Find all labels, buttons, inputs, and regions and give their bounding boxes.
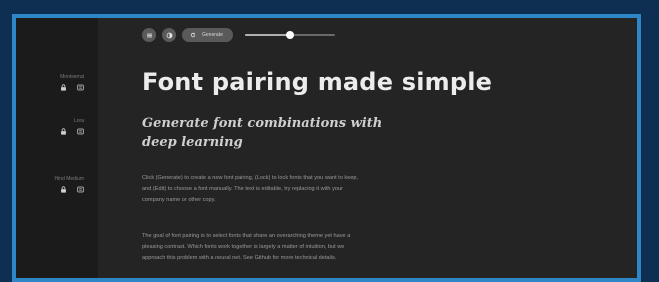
sidebar-group-heading: Montserrat — [60, 74, 84, 91]
body-paragraph[interactable]: Click (Generate) to create a new font pa… — [142, 173, 364, 205]
sidebar-group-subheading: Lora — [60, 118, 84, 135]
sidebar-font-label: Lora — [73, 118, 84, 124]
menu-button[interactable] — [142, 28, 156, 42]
app-window: Montserrat Lora Hind Medium Generate Fon… — [16, 18, 637, 278]
generate-label: Generate — [202, 32, 223, 38]
generate-button[interactable]: Generate — [182, 28, 233, 42]
slider-fill — [244, 34, 290, 36]
sidebar-font-label: Montserrat — [60, 74, 84, 80]
menu-icon — [146, 33, 152, 37]
size-slider[interactable] — [244, 28, 335, 42]
lock-icon[interactable] — [60, 128, 67, 135]
body-paragraph[interactable]: The goal of font pairing is to select fo… — [142, 231, 364, 263]
sidebar-font-label: Hind Medium — [54, 176, 84, 182]
contrast-button[interactable] — [162, 28, 176, 42]
slider-thumb[interactable] — [285, 31, 294, 39]
edit-icon[interactable] — [77, 84, 84, 91]
lock-icon[interactable] — [60, 186, 67, 193]
sidebar-group-body: Hind Medium — [55, 176, 84, 193]
page-title[interactable]: Font pairing made simple — [142, 68, 492, 96]
browser-frame: Montserrat Lora Hind Medium Generate Fon… — [12, 14, 641, 282]
page-subtitle[interactable]: Generate font combinations with deep lea… — [142, 114, 402, 152]
lock-icon[interactable] — [60, 84, 67, 91]
refresh-icon — [190, 32, 196, 38]
contrast-icon — [166, 32, 172, 38]
edit-icon[interactable] — [77, 186, 84, 193]
sidebar: Montserrat Lora Hind Medium — [16, 18, 98, 278]
edit-icon[interactable] — [77, 128, 84, 135]
toolbar: Generate — [142, 28, 335, 42]
